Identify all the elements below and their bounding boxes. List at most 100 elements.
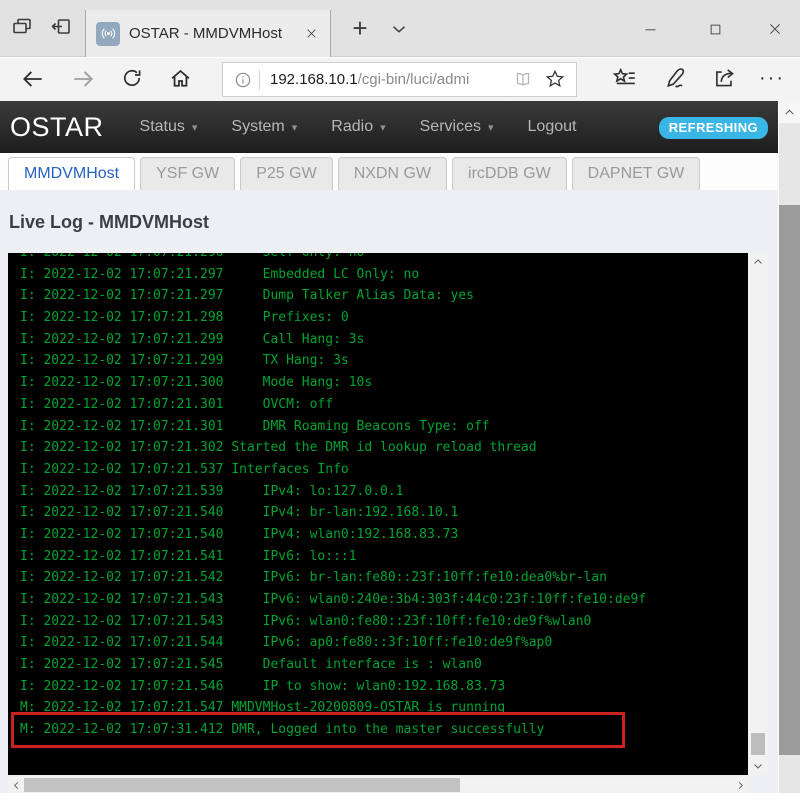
browser-tab[interactable]: OSTAR - MMDVMHost [85,10,331,57]
scroll-left-button[interactable] [8,777,24,793]
navbar-menu: Status ▾ System ▾ Radio ▾ Services ▾ [140,118,494,136]
log-line: I: 2022-12-02 17:07:21.537 Interfaces In… [20,461,349,477]
navbar-menu-item[interactable]: Radio ▾ [331,118,385,136]
scroll-down-icon [754,764,762,769]
module-tab-label: NXDN GW [353,165,432,182]
page-scroll-up-button[interactable] [779,101,800,123]
url-divider [259,69,260,90]
log-line: M: 2022-12-02 17:07:31.412 DMR, Logged i… [11,712,748,748]
log-line: I: 2022-12-02 17:07:21.543 IPv6: wlan0:f… [20,613,592,629]
tab-close-button[interactable] [300,23,322,45]
reading-view-button[interactable] [512,68,536,92]
log-line: I: 2022-12-02 17:07:21.546 IP to show: w… [20,678,506,694]
module-tab[interactable]: P25 GW [240,157,333,190]
log-line: I: 2022-12-02 17:07:21.540 IPv4: wlan0:1… [20,526,459,542]
chevron-down-icon: ▾ [191,121,198,134]
share-button[interactable] [712,65,740,93]
browser-tab-title: OSTAR - MMDVMHost [129,25,283,42]
tab-preview-icon [10,15,34,44]
log-line: I: 2022-12-02 17:07:21.297 Dump Talker A… [20,288,474,304]
scroll-left-icon [13,781,18,789]
reading-view-icon [516,72,530,86]
scroll-up-icon [754,259,762,264]
share-icon [716,69,734,87]
log-vertical-scrollbar[interactable] [748,253,768,775]
log-line: I: 2022-12-02 17:07:21.301 DMR Roaming B… [20,418,490,434]
site-info-icon[interactable] [233,70,253,90]
tab-preview-button[interactable] [8,15,36,43]
forward-icon [74,71,93,87]
more-menu-button[interactable]: ··· [758,65,786,93]
log-line: I: 2022-12-02 17:07:21.302 Started the D… [20,440,537,456]
new-tab-button[interactable]: + [345,14,375,44]
log-line: I: 2022-12-02 17:07:21.540 IPv4: br-lan:… [20,505,459,521]
scroll-up-button[interactable] [748,253,768,271]
module-tab-label: ircDDB GW [468,165,551,182]
module-tab-label: P25 GW [256,165,317,182]
ink-notes-icon [667,68,685,88]
log-line: I: 2022-12-02 17:07:21.543 IPv6: wlan0:2… [20,592,647,607]
log-line: I: 2022-12-02 17:07:21.298 Prefixes: 0 [20,310,349,326]
log-line: I: 2022-12-02 17:07:21.539 IPv4: lo:127.… [20,483,404,499]
log-hscroll-thumb[interactable] [24,778,460,792]
scroll-right-icon [738,781,743,789]
log-line: I: 2022-12-02 17:07:21.544 IPv6: ap0:fe8… [20,635,553,651]
url-host: 192.168.10.1 [270,71,358,88]
logout-link[interactable]: Logout [528,118,577,136]
bottom-gap [0,793,800,800]
log-vscroll-thumb[interactable] [751,733,765,755]
navbar-menu-item-label: Status [139,118,185,135]
navbar-menu-item-label: Radio [331,118,374,135]
module-tab-label: YSF GW [156,165,220,182]
favorites-hub-icon [612,67,635,85]
home-button[interactable] [168,66,194,92]
scroll-right-button[interactable] [732,777,748,793]
page-scrollbar[interactable] [779,101,800,793]
navbar-menu-item[interactable]: System ▾ [231,118,297,136]
scroll-down-button[interactable] [748,757,768,775]
log-line: I: 2022-12-02 17:07:21.297 Embedded LC O… [20,266,420,282]
log-line: I: 2022-12-02 17:07:21.300 Mode Hang: 10… [20,375,373,391]
minimize-button[interactable] [637,16,663,42]
address-bar[interactable]: 192.168.10.1 /cgi-bin/luci/admi [222,62,577,97]
maximize-icon [710,24,720,34]
chevron-down-icon: ▾ [380,121,386,134]
home-icon [171,69,190,87]
site-navbar: OSTAR Status ▾ System ▾ Radio ▾ Services… [0,101,778,153]
log-horizontal-scrollbar[interactable] [8,777,748,793]
tab-close-icon [306,29,316,38]
more-icon: ··· [759,67,785,89]
set-tabs-aside-button[interactable] [47,15,75,43]
chevron-down-icon: ▾ [291,121,298,134]
log-line: I: 2022-12-02 17:07:21.299 TX Hang: 3s [20,353,349,369]
window-close-button[interactable] [762,16,788,42]
module-tab[interactable]: ircDDB GW [452,157,567,190]
maximize-button[interactable] [702,16,728,42]
log-line: I: 2022-12-02 17:07:21.545 Default inter… [20,657,482,673]
log-lines: I: 2022-12-02 17:07:21.296 Self Only: no… [8,253,748,748]
log-line: I: 2022-12-02 17:07:21.542 IPv6: br-lan:… [20,570,607,586]
favorite-icon [545,69,565,87]
module-tab[interactable]: YSF GW [140,157,236,190]
module-tab[interactable]: NXDN GW [337,157,448,190]
favorites-hub-button[interactable] [612,65,640,93]
tab-list-button[interactable] [388,18,412,42]
refreshing-badge[interactable]: REFRESHING [658,117,768,139]
ink-notes-button[interactable] [662,65,690,93]
back-icon [23,71,42,87]
refresh-icon [123,69,141,87]
navbar-menu-item[interactable]: Services ▾ [420,118,494,136]
favorite-button[interactable] [544,68,568,92]
navbar-menu-item[interactable]: Status ▾ [140,118,198,136]
forward-button[interactable] [70,66,96,92]
module-tab[interactable]: MMDVMHost [8,157,136,190]
live-log[interactable]: I: 2022-12-02 17:07:21.296 Self Only: no… [8,253,748,775]
set-tabs-aside-icon [49,15,73,44]
log-line: I: 2022-12-02 17:07:21.541 IPv6: lo:::1 [20,548,357,564]
brand-logo: OSTAR [10,111,104,142]
refresh-button[interactable] [120,66,146,92]
chevron-down-icon: ▾ [487,121,494,134]
page-scroll-thumb[interactable] [779,205,800,755]
back-button[interactable] [20,66,46,92]
module-tab[interactable]: DAPNET GW [571,157,701,190]
